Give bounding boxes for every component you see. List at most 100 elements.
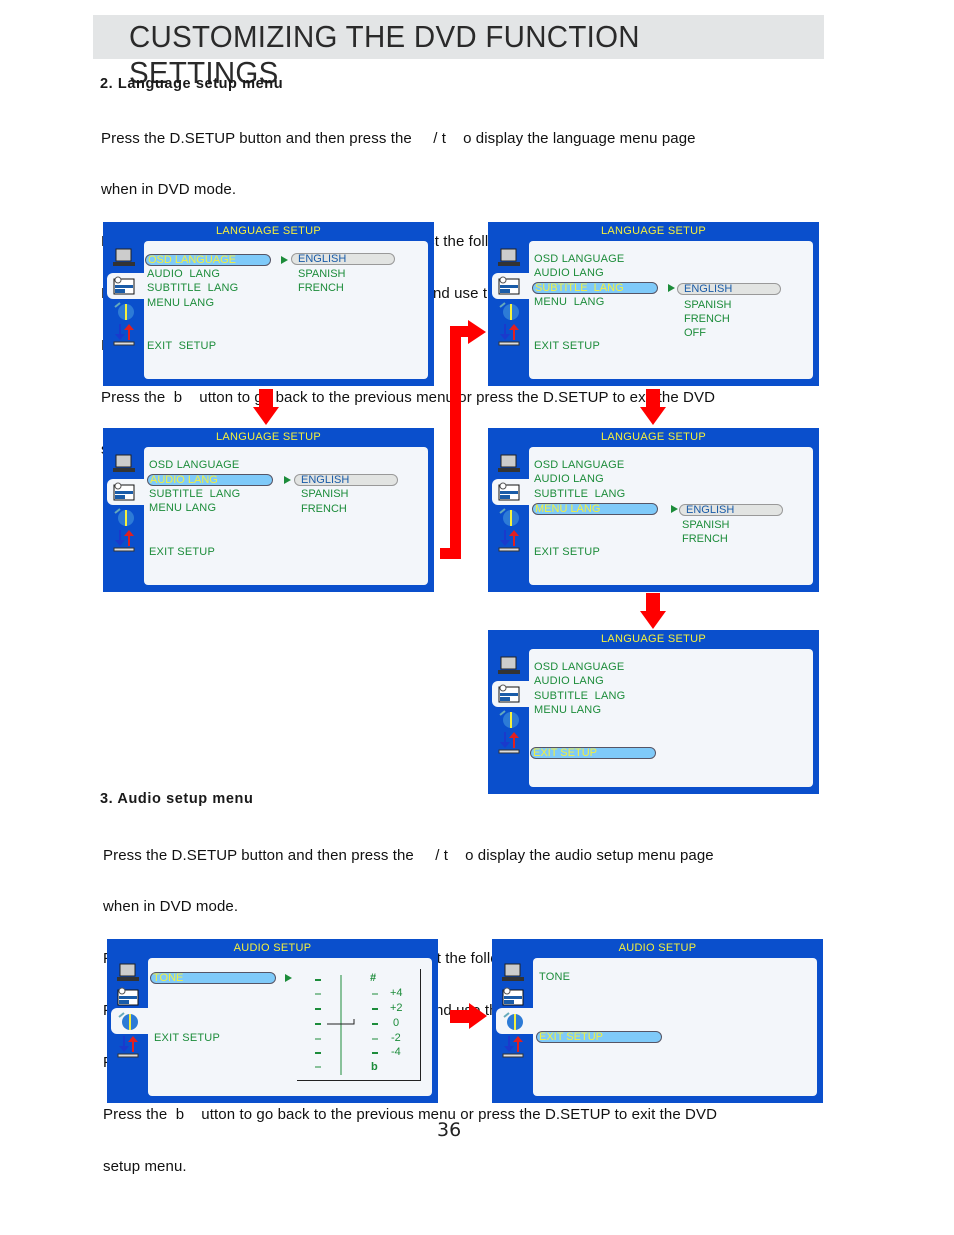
tv-icon[interactable] (113, 454, 135, 474)
menu-item-audio-lang[interactable]: AUDIO LANG (147, 474, 273, 486)
audio-setup-screen-exit: AUDIO SETUP TONE EXIT SETUP (492, 939, 823, 1103)
instruction-line: setup menu. (103, 1157, 187, 1175)
option-english[interactable]: ENGLISH (294, 474, 398, 486)
menu-item-audio-lang[interactable]: AUDIO LANG (534, 473, 604, 485)
tv-icon[interactable] (113, 248, 135, 268)
tone-level-label: +2 (390, 1002, 403, 1014)
tv-icon[interactable] (498, 656, 520, 676)
preference-arrows-icon[interactable] (113, 530, 135, 552)
audio-disc-icon[interactable] (117, 1011, 139, 1031)
menu-panel (533, 958, 817, 1096)
instruction-line: when in DVD mode. (101, 181, 237, 199)
tv-icon[interactable] (117, 963, 139, 983)
menu-item-audio-lang[interactable]: AUDIO LANG (534, 675, 604, 687)
language-icon[interactable] (498, 684, 520, 704)
menu-item-exit-setup[interactable]: EXIT SETUP (154, 1032, 220, 1044)
tone-level-label: 0 (393, 1017, 400, 1029)
language-icon[interactable] (498, 276, 520, 296)
preference-arrows-icon[interactable] (498, 732, 520, 754)
tone-level-label: -4 (391, 1046, 401, 1058)
option-french[interactable]: FRENCH (301, 503, 347, 515)
language-icon[interactable] (502, 987, 524, 1007)
language-icon[interactable] (117, 987, 139, 1007)
menu-item-osd-language[interactable]: OSD LANGUAGE (149, 459, 239, 471)
menu-item-menu-lang[interactable]: MENU LANG (147, 297, 214, 309)
option-english[interactable]: ENGLISH (679, 504, 783, 516)
menu-item-menu-lang[interactable]: MENU LANG (532, 503, 658, 515)
tv-icon[interactable] (498, 248, 520, 268)
menu-item-osd-language[interactable]: OSD LANGUAGE (534, 253, 624, 265)
menu-item-subtitle-lang[interactable]: SUBTITLE LANG (534, 488, 625, 500)
audio-disc-icon[interactable] (498, 709, 520, 729)
tone-slider[interactable]: # +4 +2 0 -2 -4 b (297, 969, 421, 1081)
menu-item-subtitle-lang[interactable]: SUBTITLE LANG (149, 488, 240, 500)
option-english[interactable]: ENGLISH (291, 253, 395, 265)
tone-scale (315, 975, 378, 1075)
menu-item-exit-setup[interactable]: EXIT SETUP (530, 747, 656, 759)
screen-title: LANGUAGE SETUP (600, 431, 707, 443)
tv-icon[interactable] (502, 963, 524, 983)
language-setup-screen-subtitle: LANGUAGE SETUP OSD LANGUAGE AUDIO LANG S… (488, 222, 819, 386)
option-french[interactable]: FRENCH (684, 313, 730, 325)
language-icon[interactable] (113, 276, 135, 296)
audio-disc-icon[interactable] (498, 507, 520, 527)
audio-disc-icon[interactable] (502, 1011, 524, 1031)
menu-item-audio-lang[interactable]: AUDIO LANG (534, 267, 604, 279)
menu-item-exit-setup[interactable]: EXIT SETUP (147, 340, 216, 352)
instruction-line: Press the D.SETUP button and then press … (101, 129, 696, 147)
language-setup-screen-exit: LANGUAGE SETUP OSD LANGUAGE AUDIO LANG S… (488, 630, 819, 794)
tone-level-label: +4 (390, 987, 403, 999)
preference-arrows-icon[interactable] (502, 1036, 524, 1058)
preference-arrows-icon[interactable] (498, 324, 520, 346)
menu-item-exit-setup[interactable]: EXIT SETUP (149, 546, 215, 558)
menu-item-exit-setup[interactable]: EXIT SETUP (534, 340, 600, 352)
menu-item-menu-lang[interactable]: MENU LANG (534, 296, 604, 308)
tv-icon[interactable] (498, 454, 520, 474)
section-number: 3 (100, 791, 109, 807)
menu-item-osd-language[interactable]: OSD LANGUAGE (534, 459, 624, 471)
menu-item-subtitle-lang[interactable]: SUBTITLE LANG (532, 282, 658, 294)
menu-item-subtitle-lang[interactable]: SUBTITLE LANG (534, 690, 625, 702)
language-icon[interactable] (498, 482, 520, 502)
menu-item-menu-lang[interactable]: MENU LANG (534, 704, 601, 716)
audio-disc-icon[interactable] (113, 507, 135, 527)
menu-item-subtitle-lang[interactable]: SUBTITLE LANG (147, 282, 238, 294)
page-banner: CUSTOMIZING THE DVD FUNCTION SETTINGS (93, 15, 824, 90)
instruction-line: Press the D.SETUP button and then press … (103, 846, 714, 864)
option-off[interactable]: OFF (684, 327, 706, 339)
menu-item-exit-setup[interactable]: EXIT SETUP (534, 546, 600, 558)
submenu-arrow-icon (668, 284, 675, 292)
screen-title: LANGUAGE SETUP (215, 431, 322, 443)
page-number: 36 (437, 1119, 462, 1141)
option-english[interactable]: ENGLISH (677, 283, 781, 295)
instruction-line: when in DVD mode. (103, 898, 239, 916)
section-heading-text: . Audio setup menu (108, 791, 254, 807)
menu-item-audio-lang[interactable]: AUDIO LANG (147, 268, 220, 280)
menu-item-exit-setup[interactable]: EXIT SETUP (536, 1031, 662, 1043)
submenu-arrow-icon (671, 505, 678, 513)
preference-arrows-icon[interactable] (117, 1036, 139, 1058)
submenu-arrow-icon (285, 974, 292, 982)
option-spanish[interactable]: SPANISH (298, 268, 345, 280)
flat-symbol: b (371, 1061, 378, 1073)
menu-item-osd-language[interactable]: OSD LANGUAGE (145, 254, 271, 266)
option-spanish[interactable]: SPANISH (684, 299, 731, 311)
option-french[interactable]: FRENCH (682, 533, 728, 545)
option-spanish[interactable]: SPANISH (301, 488, 348, 500)
option-spanish[interactable]: SPANISH (682, 519, 729, 531)
option-french[interactable]: FRENCH (298, 282, 344, 294)
menu-item-menu-lang[interactable]: MENU LANG (149, 502, 216, 514)
tone-level-label: -2 (391, 1032, 401, 1044)
menu-item-tone[interactable]: TONE (539, 971, 570, 983)
screen-title: LANGUAGE SETUP (215, 225, 322, 237)
menu-item-tone[interactable]: TONE (150, 972, 276, 984)
preference-arrows-icon[interactable] (113, 324, 135, 346)
audio-disc-icon[interactable] (498, 301, 520, 321)
preference-arrows-icon[interactable] (498, 530, 520, 552)
section-heading-language: 2. Language setup menu (100, 76, 283, 92)
language-setup-screen-osd: LANGUAGE SETUP OSD LANGUAGE AUDIO LANG S… (103, 222, 434, 386)
language-icon[interactable] (113, 482, 135, 502)
sharp-symbol: # (370, 972, 377, 984)
menu-item-osd-language[interactable]: OSD LANGUAGE (534, 661, 624, 673)
audio-disc-icon[interactable] (113, 301, 135, 321)
